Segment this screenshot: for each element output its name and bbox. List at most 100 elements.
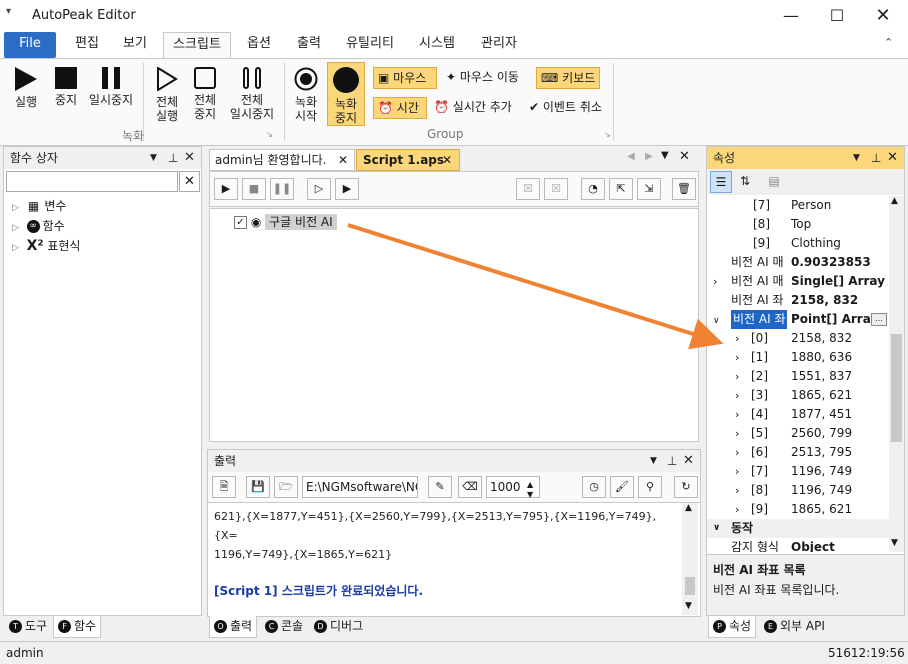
expand-icon[interactable]: ▷ [12, 223, 19, 233]
quick-access-icon[interactable]: ▾ [6, 6, 11, 17]
close-tab-icon[interactable]: ✕ [442, 150, 452, 170]
expand-icon[interactable]: › [735, 332, 739, 345]
scrollbar-thumb[interactable] [685, 577, 695, 595]
tab-script-1[interactable]: Script 1.aps ✕ [356, 149, 460, 171]
property-row[interactable]: › [4] 1877, 451 [707, 405, 889, 424]
step-button[interactable]: ▷ [307, 178, 331, 200]
pause-script-button[interactable]: ❚❚ [270, 178, 294, 200]
sort-az-icon[interactable]: ⇅ [734, 171, 756, 193]
property-row[interactable]: › [3] 1865, 621 [707, 386, 889, 405]
expand-icon[interactable]: › [735, 446, 739, 459]
tab-view[interactable]: 보기 [114, 32, 156, 58]
close-tab-icon[interactable]: ✕ [338, 150, 348, 170]
property-row[interactable]: › [2] 1551, 837 [707, 367, 889, 386]
tab-external-api[interactable]: E 외부 API [760, 616, 829, 638]
expand-icon[interactable]: › [735, 503, 739, 516]
expand-icon[interactable]: › [735, 484, 739, 497]
property-row[interactable]: [7] Person [707, 196, 889, 215]
maximize-button[interactable]: ☐ [814, 0, 860, 32]
scroll-down-icon[interactable]: ▼ [891, 538, 898, 548]
property-row[interactable]: › [8] 1196, 749 [707, 481, 889, 500]
property-row[interactable]: 감지 형식 Object [707, 538, 889, 552]
property-row[interactable]: ∨ 비전 AI 좌 Point[] Array... [707, 310, 889, 329]
pause-all-button[interactable]: 전체 일시중지 [226, 67, 278, 121]
property-row[interactable]: › [7] 1196, 749 [707, 462, 889, 481]
property-row[interactable]: 비전 AI 매 0.90323853 [707, 253, 889, 272]
property-row[interactable]: › [9] 1865, 621 [707, 500, 889, 519]
mouse-toggle[interactable]: ▣ 마우스 [373, 67, 437, 89]
expand-icon[interactable]: ▷ [12, 203, 19, 213]
tab-edit[interactable]: 편집 [66, 32, 108, 58]
property-row[interactable]: › [6] 2513, 795 [707, 443, 889, 462]
stop-script-button[interactable]: ■ [242, 178, 266, 200]
stop-button[interactable]: 중지 [48, 67, 84, 107]
scroll-right-icon[interactable]: ▶ [645, 151, 653, 162]
property-row[interactable]: › [0] 2158, 832 [707, 329, 889, 348]
ellipsis-button[interactable]: ... [871, 313, 887, 326]
folder-icon[interactable]: 🗁 [274, 476, 298, 498]
pin-icon[interactable]: ⊥ [871, 147, 881, 169]
expand-icon[interactable]: ▷ [12, 243, 19, 253]
path-field[interactable]: E:\NGMsoftware\NG [302, 476, 418, 498]
collapse-icon[interactable]: ∨ [713, 316, 720, 326]
tab-welcome[interactable]: admin님 환영합니다. ✕ [209, 149, 355, 171]
pin-icon[interactable]: ⊥ [667, 450, 677, 472]
run-all-button[interactable]: 전체 실행 [148, 66, 186, 123]
categorized-icon[interactable]: ☰ [710, 171, 732, 193]
run-button[interactable]: 실행 [8, 67, 44, 109]
disabled-button[interactable]: ☒ [516, 178, 540, 200]
disabled-button[interactable]: ☒ [544, 178, 568, 200]
pin-icon[interactable]: ⊥ [168, 147, 178, 169]
delete-icon[interactable]: 🗑 [672, 178, 696, 200]
dropdown-icon[interactable]: ▼ [853, 147, 860, 169]
tab-output[interactable]: 출력 [288, 32, 330, 58]
collapse-all-icon[interactable]: ⇲ [637, 178, 661, 200]
tab-tools[interactable]: T 도구 [5, 616, 51, 638]
expand-icon[interactable]: › [735, 370, 739, 383]
script-node[interactable]: ✓ ◉ 구글 비전 AI [234, 213, 337, 231]
clear-search-button[interactable]: ✕ [179, 171, 200, 192]
property-row[interactable]: › 비전 AI 매 Single[] Array [707, 272, 889, 291]
scrollbar-thumb[interactable] [891, 334, 902, 442]
keyboard-toggle[interactable]: ⌨ 키보드 [536, 67, 600, 89]
tab-debug[interactable]: D 디버그 [310, 616, 367, 638]
tab-properties[interactable]: P 속성 [708, 616, 757, 638]
category-row[interactable]: ∨ 동작 [707, 519, 889, 538]
group-expand-icon[interactable]: ↘ [266, 130, 273, 139]
expand-icon[interactable]: › [735, 408, 739, 421]
run-script-button[interactable]: ▶ [214, 178, 238, 200]
tree-item-variable[interactable]: ▷ ▦ 변수 [12, 197, 80, 217]
scroll-up-icon[interactable]: ▲ [891, 196, 898, 206]
dropdown-icon[interactable]: ▼ [650, 450, 657, 472]
eraser-icon[interactable]: ⌫ [458, 476, 482, 498]
tab-console[interactable]: C 콘솔 [261, 616, 307, 638]
collapse-ribbon-icon[interactable]: ⌃ [884, 36, 893, 49]
scrollbar[interactable]: ▲ ▼ [682, 503, 698, 615]
close-icon[interactable]: ✕ [184, 147, 195, 169]
collapse-icon[interactable]: ∨ [713, 519, 720, 538]
refresh-icon[interactable]: ↻ [674, 476, 698, 498]
pause-button[interactable]: 일시중지 [86, 67, 136, 107]
clock-icon[interactable]: ◷ [582, 476, 606, 498]
property-pages-icon[interactable]: ▤ [763, 171, 785, 193]
expand-icon[interactable]: › [735, 465, 739, 478]
paint-bucket-icon[interactable]: ⚲ [638, 476, 662, 498]
save-icon[interactable]: 💾 [246, 476, 270, 498]
tree-item-function[interactable]: ▷ ∞ 함수 [12, 217, 80, 237]
record-stop-button[interactable]: 녹화 중지 [327, 62, 365, 126]
mouse-move-toggle[interactable]: ✦ 마우스 이동 [442, 67, 523, 89]
tab-output-log[interactable]: O 출력 [209, 616, 258, 638]
stop-all-button[interactable]: 전체 중지 [186, 67, 224, 121]
tab-system[interactable]: 시스템 [412, 32, 462, 58]
scroll-up-icon[interactable]: ▲ [685, 503, 692, 513]
tab-admin[interactable]: 관리자 [474, 32, 524, 58]
close-button[interactable]: ✕ [860, 0, 906, 32]
line-limit-stepper[interactable]: 1000 ▲ ▼ [486, 476, 540, 499]
search-input[interactable] [6, 171, 178, 192]
scroll-down-icon[interactable]: ▼ [685, 601, 692, 611]
property-row[interactable]: › [5] 2560, 799 [707, 424, 889, 443]
expand-icon[interactable]: › [735, 427, 739, 440]
scroll-left-icon[interactable]: ◀ [627, 151, 635, 162]
property-row[interactable]: 비전 AI 좌 2158, 832 [707, 291, 889, 310]
group-expand-icon[interactable]: ↘ [604, 130, 611, 139]
